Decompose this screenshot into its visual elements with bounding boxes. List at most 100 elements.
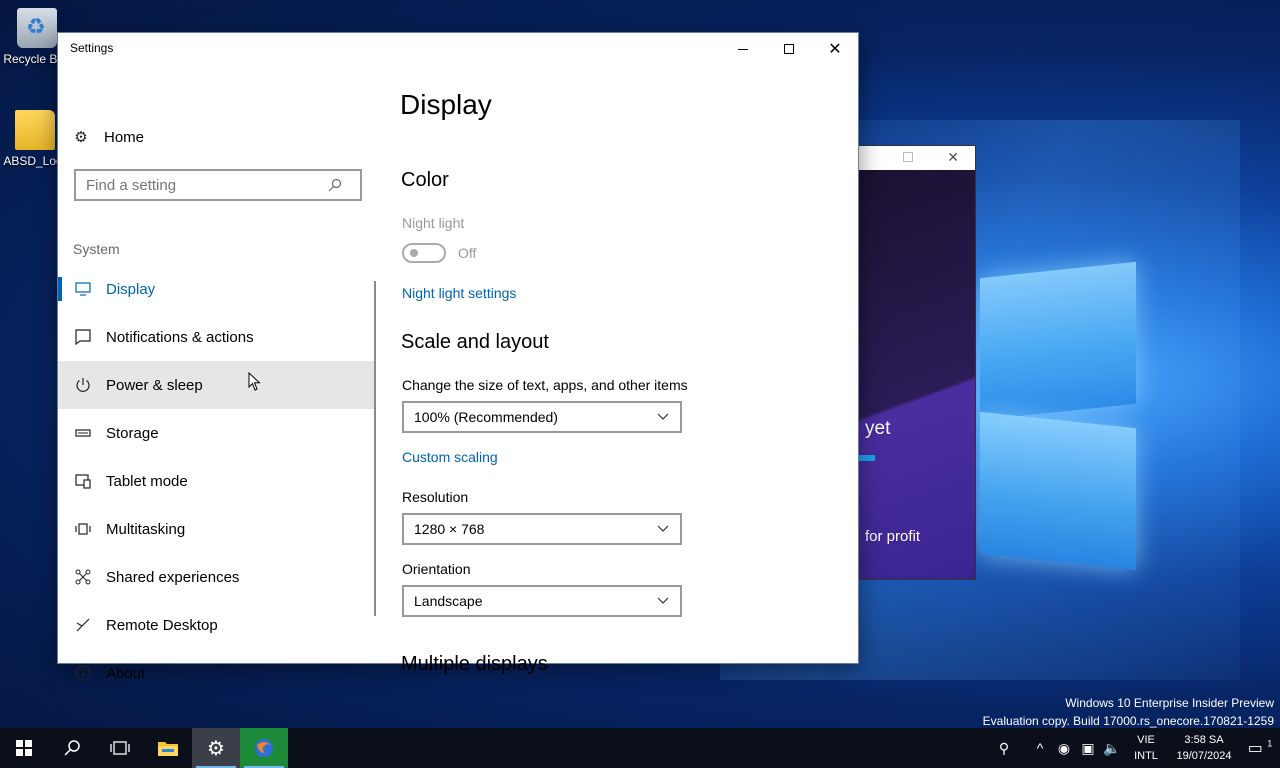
input-language[interactable]: VIE INTL <box>1124 732 1168 764</box>
night-light-settings-link[interactable]: Night light settings <box>402 285 516 301</box>
clock-time: 3:58 SA <box>1184 734 1224 746</box>
sidebar-item-label: About <box>106 664 146 682</box>
scale-dropdown[interactable]: 100% (Recommended) <box>402 401 682 433</box>
nav-list: Display Notifications & actions Power & … <box>58 265 376 697</box>
window-titlebar[interactable]: Settings ✕ <box>58 33 858 65</box>
maximize-button[interactable] <box>766 33 812 65</box>
notification-count: 1 <box>1267 738 1273 749</box>
gear-icon: ⚙ <box>74 129 88 146</box>
task-view-icon <box>110 741 130 755</box>
remote-desktop-icon <box>74 616 92 634</box>
color-heading: Color <box>401 169 449 191</box>
multiple-displays-heading: Multiple displays <box>401 653 548 675</box>
minimize-icon <box>738 48 748 50</box>
minimize-button[interactable] <box>720 33 766 65</box>
sidebar-item-label: Multitasking <box>106 520 186 538</box>
sidebar-item-power-sleep[interactable]: Power & sleep <box>58 361 376 409</box>
background-window-content: yet for profit <box>851 170 975 579</box>
nav-home-label: Home <box>104 128 145 146</box>
settings-taskbar-button[interactable]: ⚙ <box>192 728 240 768</box>
nav-home[interactable]: ⚙ Home <box>72 125 144 149</box>
search-button[interactable] <box>48 728 96 768</box>
chevron-up-icon[interactable]: ^ <box>1028 740 1052 756</box>
settings-window[interactable]: Settings ✕ ⚙ Home System Display <box>57 32 859 682</box>
settings-nav: ⚙ Home System Display Notifications & ac… <box>58 65 378 682</box>
task-view-button[interactable] <box>96 728 144 768</box>
sidebar-item-shared-experiences[interactable]: Shared experiences <box>58 553 376 601</box>
windows-logo-pane-bottom-left <box>980 411 1136 571</box>
background-window[interactable]: ✕ yet for profit <box>850 145 976 580</box>
shared-experiences-icon <box>74 568 92 586</box>
tablet-mode-icon <box>74 472 92 490</box>
folder-icon <box>158 742 178 756</box>
keyboard-layout: INTL <box>1134 750 1158 762</box>
sidebar-item-tablet-mode[interactable]: Tablet mode <box>58 457 376 505</box>
orientation-dropdown[interactable]: Landscape <box>402 585 682 617</box>
background-window-titlebar[interactable]: ✕ <box>851 146 975 170</box>
sidebar-item-label: Power & sleep <box>106 376 203 394</box>
people-icon[interactable]: ⚲ <box>992 740 1016 757</box>
power-icon <box>74 376 92 394</box>
clock[interactable]: 3:58 SA 19/07/2024 <box>1168 732 1240 764</box>
volume-muted-icon[interactable]: 🔈 <box>1100 740 1124 757</box>
language-code: VIE <box>1137 734 1155 746</box>
night-light-state: Off <box>458 245 477 261</box>
watermark-build: Evaluation copy. Build 17000.rs_onecore.… <box>982 714 1274 728</box>
gear-icon: ⚙ <box>207 737 225 760</box>
sidebar-item-label: Display <box>106 280 156 298</box>
sidebar-item-label: Shared experiences <box>106 568 240 586</box>
search-box[interactable] <box>74 169 362 201</box>
search-icon <box>64 740 80 756</box>
start-button[interactable] <box>0 728 48 768</box>
mouse-cursor-icon <box>248 372 261 391</box>
chevron-down-icon <box>657 525 669 532</box>
sidebar-item-remote-desktop[interactable]: Remote Desktop <box>58 601 376 649</box>
record-icon[interactable]: ◉ <box>1052 740 1076 757</box>
scale-layout-heading: Scale and layout <box>401 331 549 353</box>
network-icon[interactable]: ▣ <box>1076 740 1100 757</box>
info-icon <box>74 664 92 682</box>
page-title: Display <box>400 89 492 120</box>
browser-taskbar-button[interactable] <box>240 728 288 768</box>
scale-dropdown-value: 100% (Recommended) <box>414 409 558 425</box>
sidebar-item-label: Tablet mode <box>106 472 188 490</box>
resolution-dropdown[interactable]: 1280 × 768 <box>402 513 682 545</box>
search-icon[interactable] <box>326 176 344 194</box>
sidebar-item-multitasking[interactable]: Multitasking <box>58 505 376 553</box>
browser-icon <box>255 739 273 757</box>
close-button[interactable]: ✕ <box>812 33 858 65</box>
resolution-label: Resolution <box>402 489 469 505</box>
search-input[interactable] <box>76 176 326 194</box>
sidebar-item-storage[interactable]: Storage <box>58 409 376 457</box>
display-settings-content: Display Color Night light Off Night ligh… <box>400 65 840 675</box>
notification-icon: ▭ <box>1247 740 1263 757</box>
sidebar-item-about[interactable]: About <box>58 649 376 697</box>
folder-icon <box>15 110 55 150</box>
night-light-toggle[interactable] <box>402 243 446 263</box>
windows-logo-pane-top-left <box>980 261 1136 421</box>
sidebar-item-label: Notifications & actions <box>106 328 254 346</box>
close-icon[interactable]: ✕ <box>947 149 959 166</box>
background-window-text: yet <box>865 418 891 439</box>
maximize-icon[interactable] <box>903 152 913 162</box>
system-tray: ⚲ ^ ◉ ▣ 🔈 VIE INTL 3:58 SA 19/07/2024 ▭ … <box>992 728 1280 768</box>
clock-date: 19/07/2024 <box>1176 750 1232 762</box>
orientation-label: Orientation <box>402 561 471 577</box>
sidebar-item-notifications[interactable]: Notifications & actions <box>58 313 376 361</box>
orientation-dropdown-value: Landscape <box>414 593 483 609</box>
toggle-knob <box>410 249 418 257</box>
close-icon: ✕ <box>828 41 842 58</box>
night-light-label: Night light <box>402 215 465 231</box>
chevron-down-icon <box>657 597 669 604</box>
file-explorer-button[interactable] <box>144 728 192 768</box>
storage-icon <box>74 424 92 442</box>
sidebar-item-display[interactable]: Display <box>58 265 376 313</box>
action-center-button[interactable]: ▭ 1 <box>1240 738 1280 758</box>
windows-watermark: Windows 10 Enterprise Insider Preview Ev… <box>983 694 1274 728</box>
taskbar: ⚙ ⚲ ^ ◉ ▣ 🔈 VIE INTL 3:58 SA 19/07/2024 … <box>0 728 1280 768</box>
custom-scaling-link[interactable]: Custom scaling <box>402 449 498 465</box>
notification-icon <box>74 328 92 346</box>
nav-scrollbar[interactable] <box>374 281 376 616</box>
background-window-text: for profit <box>865 528 921 545</box>
sidebar-item-label: Storage <box>106 424 159 442</box>
